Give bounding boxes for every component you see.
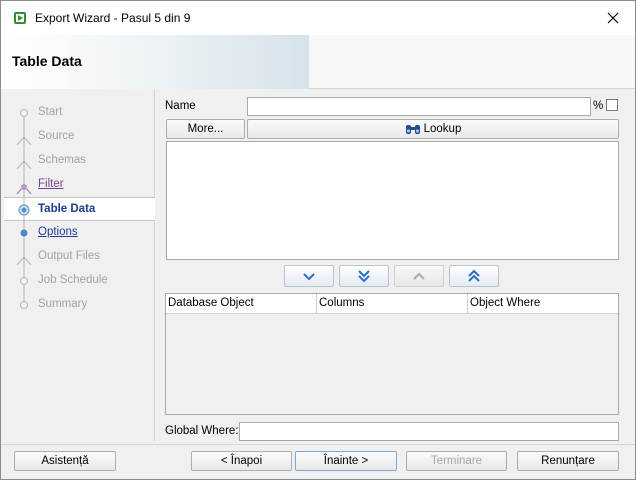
move-all-down-button[interactable] bbox=[339, 265, 389, 287]
name-field[interactable] bbox=[247, 97, 591, 116]
global-where-field[interactable] bbox=[239, 422, 619, 441]
back-button[interactable]: < Înapoi bbox=[191, 451, 292, 471]
window-title: Export Wizard - Pasul 5 din 9 bbox=[35, 11, 191, 25]
chevron-down-icon bbox=[303, 273, 315, 281]
step-node-icon bbox=[16, 245, 32, 269]
table-header: Database Object Columns Object Where bbox=[166, 294, 618, 314]
binoculars-icon bbox=[405, 125, 420, 134]
chevron-up-icon bbox=[413, 272, 425, 280]
wildcard-checkbox[interactable] bbox=[606, 99, 618, 111]
step-table-data[interactable]: Table Data bbox=[4, 197, 155, 222]
lookup-results-list[interactable] bbox=[166, 141, 619, 260]
column-header[interactable]: Database Object bbox=[166, 294, 317, 314]
double-chevron-down-icon bbox=[358, 270, 370, 283]
header-banner: Table Data bbox=[1, 35, 635, 89]
next-button[interactable]: Înainte > bbox=[295, 451, 397, 471]
footer-divider bbox=[1, 444, 635, 445]
page-title: Table Data bbox=[12, 53, 82, 69]
app-icon bbox=[14, 12, 26, 24]
step-label: Output Files bbox=[38, 250, 100, 262]
lookup-label: Lookup bbox=[423, 123, 462, 135]
column-header[interactable]: Object Where bbox=[468, 294, 618, 314]
move-all-up-button[interactable] bbox=[449, 265, 499, 287]
lookup-button[interactable]: Lookup bbox=[247, 119, 619, 139]
step-node-icon bbox=[16, 149, 32, 173]
step-source: Source bbox=[4, 125, 155, 149]
step-job-schedule: Job Schedule bbox=[4, 269, 155, 293]
name-label: Name bbox=[165, 100, 196, 112]
step-label: Start bbox=[38, 106, 63, 118]
cancel-button[interactable]: Renunțare bbox=[517, 451, 619, 471]
step-label: Source bbox=[38, 130, 75, 142]
step-node-icon bbox=[20, 221, 28, 245]
step-output-files: Output Files bbox=[4, 245, 155, 269]
step-options[interactable]: Options bbox=[4, 221, 155, 245]
step-label: Summary bbox=[38, 298, 88, 310]
step-label: Filter bbox=[38, 178, 64, 190]
step-node-icon bbox=[20, 109, 28, 125]
step-label: Job Schedule bbox=[38, 274, 108, 286]
close-icon bbox=[607, 12, 619, 24]
finish-button[interactable]: Terminare bbox=[406, 451, 507, 471]
move-up-button[interactable] bbox=[394, 265, 444, 287]
step-node-icon bbox=[20, 293, 28, 309]
export-wizard-window: Export Wizard - Pasul 5 din 9 Table Data… bbox=[0, 0, 636, 480]
step-schemas: Schemas bbox=[4, 149, 155, 173]
help-button[interactable]: Asistență bbox=[14, 451, 116, 471]
more-button[interactable]: More... bbox=[166, 119, 245, 139]
wizard-steps: Start Source Schemas Filter Table Data O… bbox=[4, 89, 155, 441]
column-header[interactable]: Columns bbox=[317, 294, 468, 314]
title-bar: Export Wizard - Pasul 5 din 9 bbox=[1, 1, 635, 35]
global-where-label: Global Where: bbox=[165, 425, 239, 437]
step-start: Start bbox=[4, 101, 155, 125]
close-button[interactable] bbox=[591, 1, 635, 35]
step-node-icon bbox=[18, 198, 30, 222]
percent-label: % bbox=[593, 100, 604, 112]
move-down-button[interactable] bbox=[284, 265, 334, 287]
step-node-icon bbox=[20, 269, 28, 293]
double-chevron-up-icon bbox=[468, 269, 480, 282]
step-label: Schemas bbox=[38, 154, 86, 166]
step-label: Options bbox=[38, 226, 78, 238]
selected-objects-table[interactable]: Database Object Columns Object Where bbox=[165, 293, 619, 415]
step-node-icon bbox=[16, 125, 32, 149]
step-filter[interactable]: Filter bbox=[4, 173, 155, 197]
step-label: Table Data bbox=[38, 203, 96, 215]
step-node-icon bbox=[16, 173, 32, 197]
step-summary: Summary bbox=[4, 293, 155, 317]
